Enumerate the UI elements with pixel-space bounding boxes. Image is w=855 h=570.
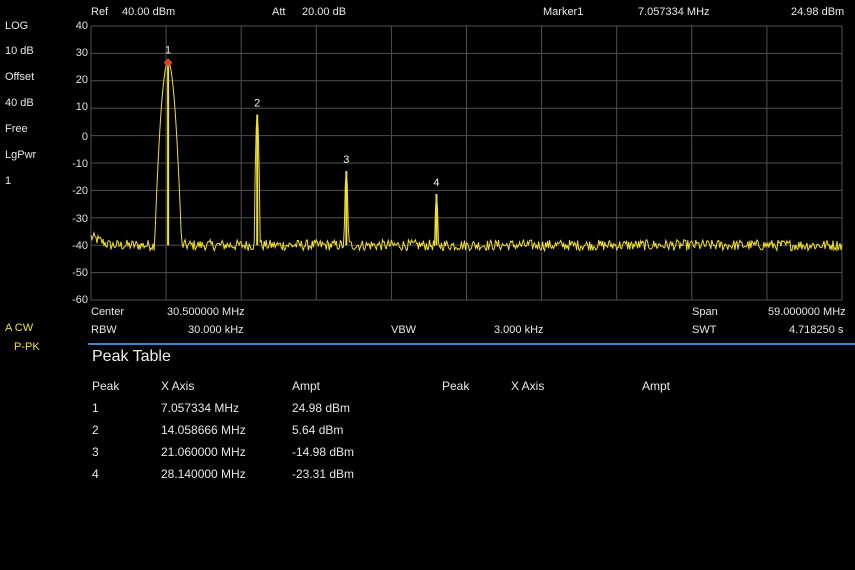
span-value[interactable]: 59.000000 MHz bbox=[768, 306, 846, 318]
spectrum-plot[interactable]: 1 2 3 4 bbox=[0, 0, 855, 570]
col-header-x-axis-2: X Axis bbox=[511, 379, 545, 393]
peak-label: 3 bbox=[343, 154, 349, 166]
peak-ampt: -23.31 dBm bbox=[292, 467, 355, 481]
panel-separator bbox=[88, 343, 855, 345]
center-label: Center bbox=[91, 306, 125, 318]
col-header-ampt-2: Ampt bbox=[642, 379, 671, 393]
peak-x-axis: 14.058666 MHz bbox=[161, 423, 246, 437]
swt-value[interactable]: 4.718250 s bbox=[789, 324, 843, 336]
rbw-label: RBW bbox=[91, 324, 117, 336]
peak-ampt: 24.98 dBm bbox=[292, 401, 351, 415]
swt-label: SWT bbox=[692, 324, 717, 336]
peak-ampt: -14.98 dBm bbox=[292, 445, 355, 459]
col-header-peak: Peak bbox=[92, 379, 120, 393]
peak-x-axis: 21.060000 MHz bbox=[161, 445, 246, 459]
col-header-x-axis: X Axis bbox=[161, 379, 195, 393]
peak-label: 4 bbox=[433, 177, 439, 189]
peak-label: 1 bbox=[165, 45, 171, 57]
peak-ampt: 5.64 dBm bbox=[292, 423, 344, 437]
span-label: Span bbox=[692, 306, 718, 318]
peak-x-axis: 7.057334 MHz bbox=[161, 401, 240, 415]
peak-table-title: Peak Table bbox=[92, 348, 171, 365]
col-header-ampt: Ampt bbox=[292, 379, 321, 393]
col-header-peak-2: Peak bbox=[442, 379, 470, 393]
rbw-value[interactable]: 30.000 kHz bbox=[188, 324, 244, 336]
peak-number: 3 bbox=[92, 445, 99, 459]
vbw-label: VBW bbox=[391, 324, 417, 336]
peak-x-axis: 28.140000 MHz bbox=[161, 467, 246, 481]
marker-diamond-icon bbox=[163, 58, 173, 68]
vbw-value[interactable]: 3.000 kHz bbox=[494, 324, 544, 336]
peak-number: 4 bbox=[92, 467, 99, 481]
center-value[interactable]: 30.500000 MHz bbox=[167, 306, 245, 318]
peak-number: 1 bbox=[92, 401, 99, 415]
peak-number: 2 bbox=[92, 423, 99, 437]
peak-label: 2 bbox=[254, 98, 260, 110]
